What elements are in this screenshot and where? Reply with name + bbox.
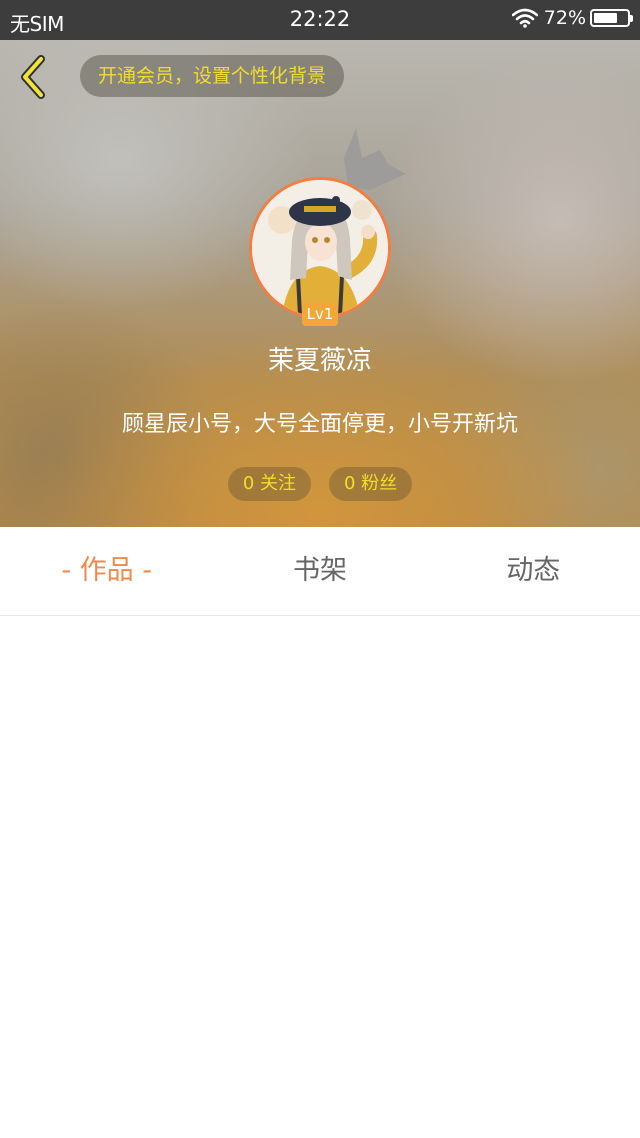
avatar[interactable] bbox=[249, 177, 391, 319]
wifi-icon bbox=[511, 8, 538, 28]
status-bar: 无SIM 22:22 72% bbox=[0, 0, 640, 40]
back-button[interactable] bbox=[14, 54, 54, 100]
follow-stats: 0 关注 0 粉丝 bbox=[0, 467, 640, 501]
tab-works[interactable]: - 作品 - bbox=[0, 527, 213, 615]
profile-tabs: - 作品 - 书架 动态 bbox=[0, 527, 640, 616]
avatar-group[interactable]: Lv1 bbox=[249, 177, 391, 326]
status-right-group: 72% bbox=[511, 7, 633, 29]
tab-bookshelf[interactable]: 书架 bbox=[213, 527, 426, 615]
profile-header: 开通会员，设置个性化背景 Lv1 茉夏薇凉 顾星辰小号，大号全面停更，小号开新坑… bbox=[0, 40, 640, 527]
vip-background-button[interactable]: 开通会员，设置个性化背景 bbox=[80, 55, 345, 97]
battery-percent: 72% bbox=[543, 7, 586, 29]
level-badge: Lv1 bbox=[302, 302, 338, 326]
profile-screen: 无SIM 22:22 72% 开通会员，设置个性化背景 Lv1 茉夏薇凉 顾星辰… bbox=[0, 0, 640, 1138]
username: 茉夏薇凉 bbox=[267, 346, 372, 376]
user-bio: 顾星辰小号，大号全面停更，小号开新坑 bbox=[121, 412, 518, 437]
following-count-button[interactable]: 0 关注 bbox=[227, 467, 311, 501]
followers-count-button[interactable]: 0 粉丝 bbox=[329, 467, 413, 501]
tab-activity[interactable]: 动态 bbox=[427, 527, 640, 615]
chevron-left-icon bbox=[21, 55, 45, 99]
avatar-illustration bbox=[252, 180, 388, 316]
battery-icon bbox=[590, 9, 633, 27]
tab-content-area bbox=[0, 616, 640, 1138]
battery-level-fill bbox=[594, 13, 617, 23]
